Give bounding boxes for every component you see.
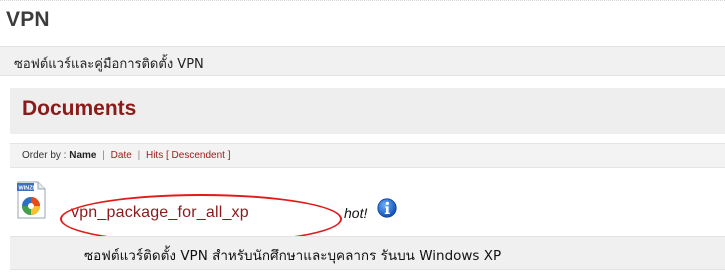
order-descendent-link[interactable]: [ Descendent ] [166,150,230,161]
category-description-bar: ซอฟต์แวร์และคู่มือการติดตั้ง VPN [0,46,725,76]
documents-header: Documents [10,88,725,134]
order-by-hits-link[interactable]: Hits [146,150,163,161]
document-download-link[interactable]: vpn_package_for_all_xp [71,204,249,222]
document-description-bar: ซอฟต์แวร์ติดตั้ง VPN สำหรับนักศึกษาและบุ… [10,236,725,270]
order-separator: | [102,150,105,161]
page-title: VPN [6,8,50,31]
file-type-label: WINZIP [19,186,39,192]
top-divider [0,0,725,2]
order-by-date-link[interactable]: Date [111,150,132,161]
order-by-bar: Order by : Name | Date | Hits [ Descende… [10,143,725,168]
order-by-name: Name [69,150,97,161]
winzip-file-icon[interactable]: WINZIP [16,181,46,219]
category-description: ซอฟต์แวร์และคู่มือการติดตั้ง VPN [14,57,204,72]
info-icon[interactable] [377,198,397,218]
order-by-label: Order by : [22,150,67,161]
order-separator: | [137,150,141,161]
document-item: WINZIP vpn_package_for_all_xp hot! [10,176,725,244]
hot-badge: hot! [344,205,368,221]
documents-title: Documents [22,97,137,120]
document-description: ซอฟต์แวร์ติดตั้ง VPN สำหรับนักศึกษาและบุ… [84,248,502,264]
